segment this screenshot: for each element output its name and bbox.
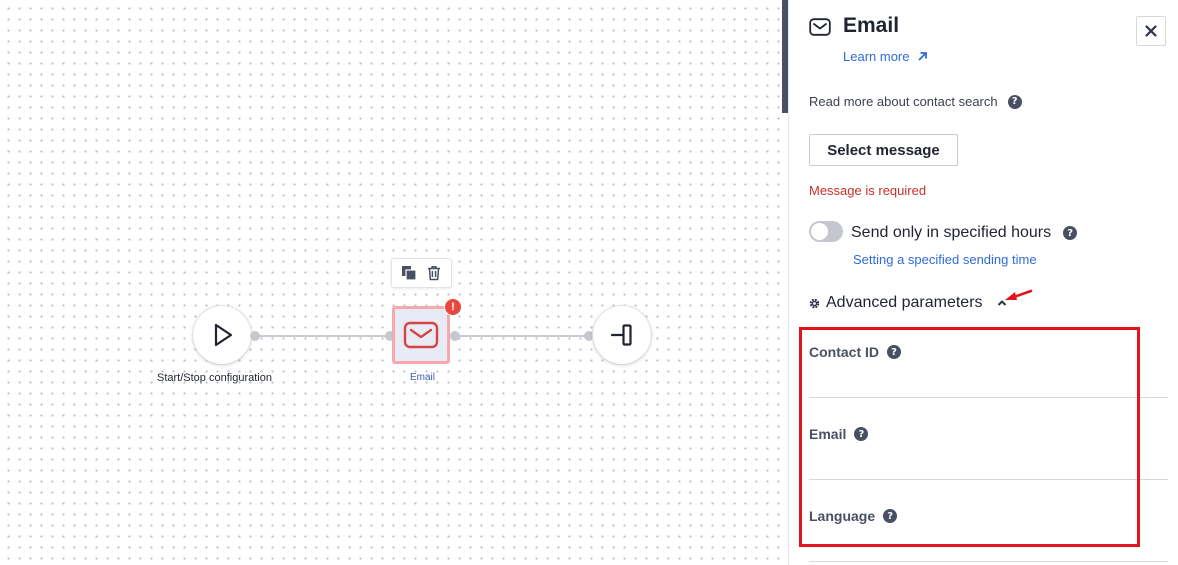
mail-icon [809, 18, 831, 36]
node-toolbar [391, 258, 452, 288]
copy-icon [401, 266, 417, 281]
end-node[interactable] [593, 306, 651, 364]
annotation-arrow-icon [1005, 289, 1033, 300]
learn-more-link[interactable]: Learn more [843, 49, 928, 64]
send-hours-toggle[interactable] [809, 221, 843, 242]
help-icon[interactable]: ? [1007, 94, 1022, 109]
email-text: Email [809, 426, 847, 442]
contact-id-text: Contact ID [809, 344, 879, 360]
email-node-label: Email [410, 372, 436, 383]
contact-id-label: Contact ID ? [809, 344, 901, 360]
close-button[interactable] [1136, 16, 1166, 46]
language-label: Language ? [809, 508, 898, 524]
start-node-output-port[interactable] [250, 331, 260, 341]
gear-icon [809, 298, 820, 308]
language-input[interactable] [809, 534, 1168, 562]
send-only-setting: Send only in specified hours ? [851, 224, 1078, 242]
trash-icon [428, 266, 441, 281]
help-icon[interactable]: ? [1063, 226, 1078, 240]
select-message-button[interactable]: Select message [809, 134, 958, 166]
properties-panel: Email Learn more Read more about contact… [789, 0, 1178, 565]
learn-more-label: Learn more [843, 49, 910, 64]
email-node[interactable] [392, 306, 450, 364]
send-only-label: Send only in specified hours [851, 224, 1052, 241]
language-text: Language [809, 508, 876, 524]
help-icon[interactable]: ? [854, 427, 869, 441]
help-icon[interactable]: ? [887, 345, 901, 359]
read-more-label: Read more about contact search [809, 94, 998, 109]
edge-email-end [455, 335, 588, 337]
email-input[interactable] [809, 452, 1168, 480]
start-node-label: Start/Stop configuration [157, 372, 272, 384]
email-node-output-port[interactable] [450, 331, 460, 341]
toggle-knob [811, 223, 828, 240]
exit-icon [610, 324, 632, 346]
advanced-parameters-label: Advanced parameters [826, 294, 983, 311]
copy-node-button[interactable] [399, 263, 419, 283]
mail-icon [403, 321, 439, 349]
message-required-error: Message is required [809, 183, 927, 198]
contact-id-input[interactable] [809, 370, 1168, 398]
edge-start-email [256, 335, 389, 337]
sending-time-link[interactable]: Setting a specified sending time [853, 252, 1037, 267]
panel-title: Email [843, 14, 900, 37]
email-node-error-badge: ! [444, 298, 462, 316]
close-icon [1145, 25, 1157, 37]
help-icon[interactable]: ? [883, 509, 898, 523]
external-link-icon [918, 52, 928, 61]
delete-node-button[interactable] [424, 263, 444, 283]
advanced-parameters-toggle[interactable]: Advanced parameters [809, 294, 1007, 312]
play-icon [214, 323, 233, 347]
read-more-text: Read more about contact search ? [809, 94, 1022, 109]
email-label: Email ? [809, 426, 869, 442]
start-node[interactable] [193, 306, 251, 364]
